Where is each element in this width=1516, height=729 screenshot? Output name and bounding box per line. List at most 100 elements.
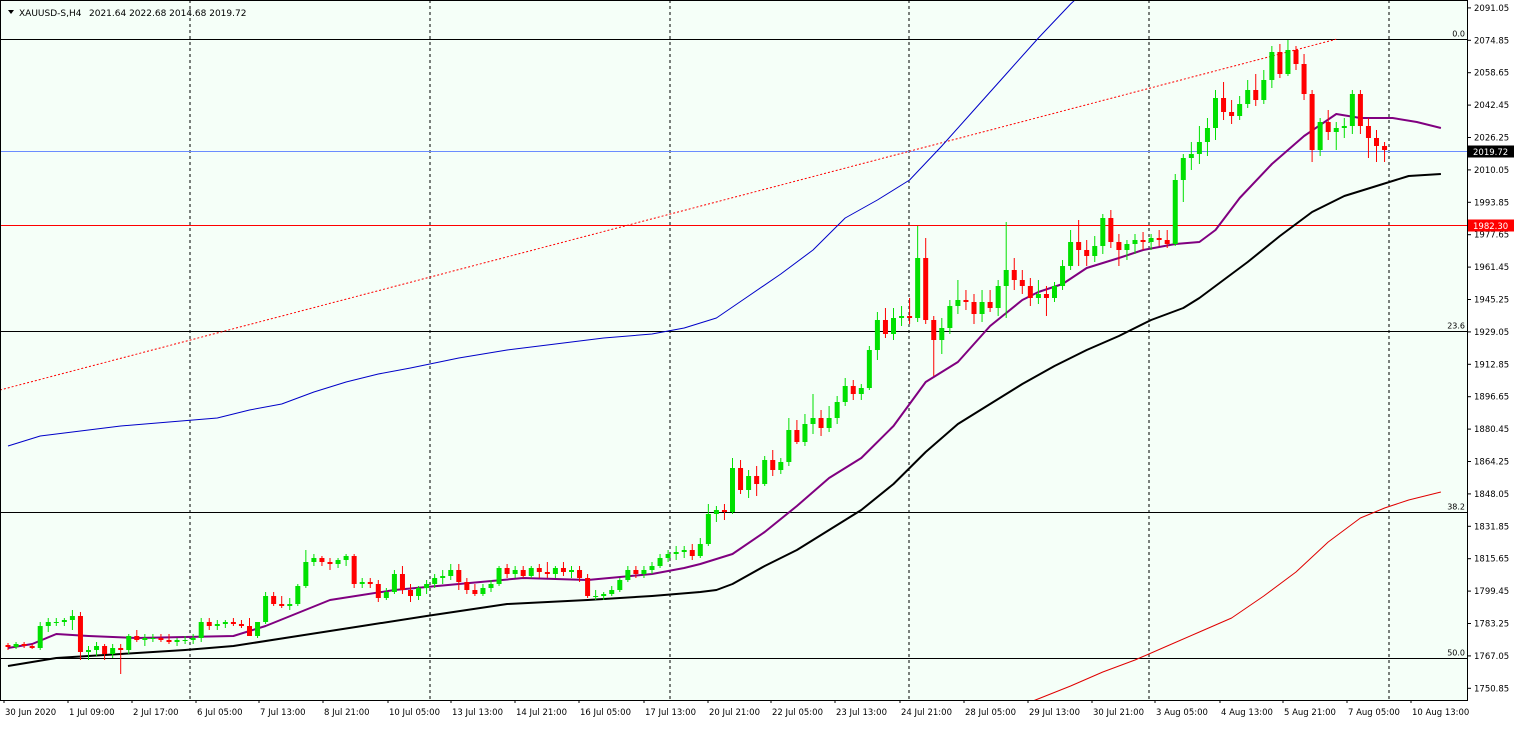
candle-body (810, 418, 816, 424)
candle-body (448, 570, 454, 576)
candle-body (826, 418, 832, 428)
price-tick-label: 2042.45 (1474, 101, 1509, 111)
candle-body (593, 596, 599, 597)
candle-body (657, 558, 663, 566)
candle-body (778, 462, 784, 470)
time-tick-label: 30 Jun 2020 (5, 708, 56, 718)
candle-body (61, 620, 67, 622)
candle-body (29, 646, 35, 648)
candle-body (528, 568, 534, 576)
candle-body (931, 320, 937, 340)
price-tick-label: 1961.45 (1474, 263, 1509, 273)
candle[interactable] (263, 592, 269, 624)
current-price-label: 2019.72 (1473, 148, 1508, 158)
price-chart[interactable]: 0.0 23.6 38.2 50.0 2091.05 2074.85 2058.65 204… (0, 0, 1516, 725)
candle-body (1196, 142, 1202, 154)
candle-body (174, 640, 180, 642)
candle-body (158, 638, 164, 640)
candle-body (552, 568, 558, 574)
price-tick-label: 1896.65 (1474, 393, 1509, 403)
candle-body (1261, 80, 1267, 100)
candle-body (214, 624, 220, 626)
candle-body (1060, 266, 1066, 286)
time-tick-label: 20 Jul 21:00 (709, 708, 760, 718)
candle-body (1277, 52, 1283, 74)
candle-body (399, 574, 405, 590)
candle-body (351, 556, 357, 584)
candle-body (512, 570, 518, 574)
candle-body (21, 644, 27, 646)
marked-level-label: 1982.30 (1473, 222, 1508, 232)
price-tick-label: 1767.05 (1474, 652, 1509, 662)
candle[interactable] (762, 456, 768, 486)
chart-window[interactable]: 0.0 23.6 38.2 50.0 2091.05 2074.85 2058.65 204… (0, 0, 1516, 725)
candle-body (738, 468, 744, 490)
candle-body (391, 574, 397, 592)
candle-body (1156, 238, 1162, 240)
time-tick-label: 10 Aug 13:00 (1412, 708, 1469, 718)
time-tick-label: 5 Aug 21:00 (1284, 708, 1336, 718)
candle-body (142, 638, 148, 640)
price-tick-label: 2058.65 (1474, 69, 1509, 79)
candle-body (206, 622, 212, 626)
candle-body (472, 590, 478, 594)
candle[interactable] (866, 346, 872, 390)
price-tick-label: 1750.85 (1474, 684, 1509, 694)
candle-body (891, 318, 896, 334)
candle-body (1019, 280, 1025, 286)
candle-body (287, 604, 293, 606)
candle-body (915, 258, 921, 318)
candle-body (1068, 242, 1074, 266)
candle-body (1204, 128, 1210, 142)
candle[interactable] (1172, 174, 1178, 246)
candle-body (955, 300, 961, 306)
candle-body (238, 624, 244, 626)
candle-body (1341, 126, 1347, 128)
candle-body (681, 550, 687, 552)
time-tick-label: 1 Jul 09:00 (69, 708, 115, 718)
time-tick-label: 14 Jul 21:00 (516, 708, 567, 718)
time-tick-label: 22 Jul 05:00 (772, 708, 823, 718)
candle-body (182, 640, 188, 641)
candle-body (609, 590, 615, 594)
candle[interactable] (496, 566, 502, 586)
candle-body (802, 424, 808, 442)
candle-body (971, 302, 977, 314)
candle-body (1253, 90, 1259, 100)
time-tick-label: 10 Jul 05:00 (389, 708, 440, 718)
time-tick-label: 7 Jul 13:00 (260, 708, 306, 718)
candle-body (601, 594, 607, 596)
candle-body (359, 582, 365, 584)
candle-body (126, 636, 132, 650)
candle-body (94, 646, 100, 650)
candle-body (995, 286, 1001, 308)
time-tick-label: 7 Aug 05:00 (1348, 708, 1400, 718)
candle[interactable] (295, 584, 301, 606)
price-tick-label: 1993.85 (1474, 198, 1509, 208)
candle-body (198, 622, 204, 638)
candle-body (496, 568, 502, 584)
price-tick-label: 1783.25 (1474, 620, 1509, 630)
time-tick-label: 2 Jul 17:00 (133, 708, 179, 718)
candle-body (842, 386, 848, 402)
candle-body (1325, 122, 1331, 132)
candle-body (947, 306, 953, 328)
candle-body (697, 544, 703, 556)
price-tick-label: 1929.05 (1474, 328, 1509, 338)
time-tick-label: 3 Aug 05:00 (1156, 708, 1208, 718)
candle[interactable] (37, 622, 43, 650)
candle-body (858, 388, 864, 394)
candle-body (45, 622, 51, 626)
candle-body (689, 550, 695, 556)
candle[interactable] (255, 622, 261, 638)
candle-body (1301, 64, 1307, 94)
candle-body (1357, 94, 1363, 126)
candle[interactable] (351, 554, 357, 588)
candle-body (295, 586, 301, 604)
candle[interactable] (617, 578, 623, 592)
candle-body (319, 558, 325, 562)
chart-header: XAUUSD-S,H4 2021.64 2022.68 2014.68 2019… (8, 9, 246, 19)
candle-body (1076, 242, 1082, 250)
candle-body (1003, 270, 1009, 286)
candle-body (899, 316, 905, 318)
